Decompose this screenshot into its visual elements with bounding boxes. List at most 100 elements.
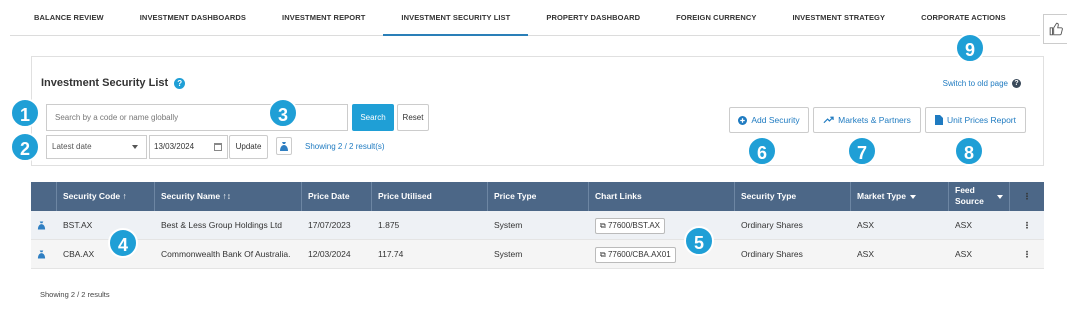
annotation-badge-1: 1 bbox=[10, 98, 40, 128]
chart-link-button[interactable]: ⧉ 77600/BST.AX bbox=[595, 218, 665, 234]
date-field[interactable]: 13/03/2024 bbox=[149, 135, 228, 159]
chart-link-text: 77600/CBA.AX01 bbox=[607, 250, 671, 259]
sort-up-icon[interactable]: ↑ bbox=[123, 191, 127, 201]
security-name-link[interactable]: Best & Less Group Holdings Ltd bbox=[155, 211, 302, 239]
chevron-down-icon bbox=[132, 145, 138, 149]
tab-property-dashboard[interactable]: PROPERTY DASHBOARD bbox=[528, 0, 658, 36]
top-nav: BALANCE REVIEW INVESTMENT DASHBOARDS INV… bbox=[10, 0, 1040, 36]
row-menu-icon[interactable]: ⋮ bbox=[1010, 240, 1044, 268]
trending-up-icon bbox=[823, 116, 834, 124]
money-bag-icon bbox=[280, 141, 288, 151]
switch-to-old-page-link[interactable]: Switch to old page ? bbox=[943, 79, 1021, 88]
document-icon bbox=[935, 115, 944, 125]
security-type-cell: Ordinary Shares bbox=[741, 249, 803, 259]
date-select-value: Latest date bbox=[52, 142, 92, 151]
security-type-cell: Ordinary Shares bbox=[741, 220, 803, 230]
security-name-link[interactable]: Commonwealth Bank Of Australia. bbox=[155, 240, 302, 268]
page-title: Investment Security List ? bbox=[41, 77, 186, 89]
header-label: Security Name bbox=[161, 191, 221, 201]
markets-partners-button[interactable]: Markets & Partners bbox=[813, 107, 921, 133]
header-label: Security Code bbox=[63, 191, 121, 201]
header-label: Market Type bbox=[857, 191, 906, 201]
unit-prices-report-label: Unit Prices Report bbox=[947, 115, 1016, 125]
external-link-icon: ⧉ bbox=[600, 221, 606, 230]
header-security-code[interactable]: Security Code ↑ bbox=[57, 182, 155, 211]
date-select[interactable]: Latest date bbox=[46, 135, 147, 159]
header-chart-links[interactable]: Chart Links bbox=[589, 182, 735, 211]
plus-circle-icon bbox=[738, 115, 748, 125]
annotation-badge-4: 4 bbox=[108, 228, 138, 258]
price-cell: 117.74 bbox=[378, 249, 404, 259]
column-menu-icon[interactable]: ⋮ bbox=[1010, 182, 1044, 211]
security-list-panel: Investment Security List ? Switch to old… bbox=[31, 56, 1044, 166]
tab-investment-security-list[interactable]: INVESTMENT SECURITY LIST bbox=[383, 0, 529, 36]
money-bag-button[interactable] bbox=[276, 137, 292, 155]
table-row[interactable]: BST.AX Best & Less Group Holdings Ltd 17… bbox=[31, 211, 1044, 240]
switch-link-text[interactable]: Switch to old page bbox=[943, 79, 1008, 88]
tab-investment-report[interactable]: INVESTMENT REPORT bbox=[264, 0, 383, 36]
price-type-cell: System bbox=[494, 220, 523, 230]
tab-investment-strategy[interactable]: INVESTMENT STRATEGY bbox=[774, 0, 903, 36]
row-menu-icon[interactable]: ⋮ bbox=[1010, 211, 1044, 239]
feed-source-cell: ASX bbox=[955, 249, 973, 259]
help-icon[interactable]: ? bbox=[1012, 79, 1021, 88]
money-bag-icon[interactable] bbox=[31, 211, 57, 239]
tab-corporate-actions[interactable]: CORPORATE ACTIONS bbox=[903, 0, 1024, 36]
header-security-name[interactable]: Security Name ↑↕ bbox=[155, 182, 302, 211]
market-type-cell: ASX bbox=[857, 220, 875, 230]
chart-link-text: 77600/BST.AX bbox=[607, 221, 660, 230]
header-feed-source[interactable]: Feed Source bbox=[949, 182, 1010, 211]
security-code-link[interactable]: CBA.AX bbox=[57, 240, 155, 268]
price-date-cell: 17/07/2023 bbox=[308, 220, 351, 230]
feed-source-cell: ASX bbox=[955, 220, 973, 230]
tab-foreign-currency[interactable]: FOREIGN CURRENCY bbox=[658, 0, 774, 36]
external-link-icon: ⧉ bbox=[600, 250, 606, 259]
chart-link-button[interactable]: ⧉ 77600/CBA.AX01 bbox=[595, 247, 676, 263]
header-price-date[interactable]: Price Date bbox=[302, 182, 372, 211]
security-table: Security Code ↑ Security Name ↑↕ Price D… bbox=[31, 182, 1044, 269]
footer-result-count: Showing 2 / 2 results bbox=[40, 290, 110, 299]
header-icon-col bbox=[31, 182, 57, 211]
thumbs-up-icon[interactable] bbox=[1043, 14, 1067, 44]
header-label: Feed bbox=[955, 185, 975, 195]
annotation-badge-8: 8 bbox=[954, 136, 984, 166]
header-market-type[interactable]: Market Type bbox=[851, 182, 949, 211]
annotation-badge-2: 2 bbox=[10, 132, 40, 162]
header-price-utilised[interactable]: Price Utilised bbox=[372, 182, 488, 211]
money-bag-icon[interactable] bbox=[31, 240, 57, 268]
price-type-cell: System bbox=[494, 249, 523, 259]
annotation-badge-5: 5 bbox=[684, 226, 714, 256]
unit-prices-report-button[interactable]: Unit Prices Report bbox=[925, 107, 1026, 133]
chart-link-cell: ⧉ 77600/BST.AX bbox=[589, 211, 735, 239]
annotation-badge-6: 6 bbox=[747, 136, 777, 166]
table-header: Security Code ↑ Security Name ↑↕ Price D… bbox=[31, 182, 1044, 211]
market-type-cell: ASX bbox=[857, 249, 875, 259]
help-icon[interactable]: ? bbox=[174, 77, 186, 89]
tab-investment-dashboards[interactable]: INVESTMENT DASHBOARDS bbox=[122, 0, 264, 36]
annotation-badge-7: 7 bbox=[847, 136, 877, 166]
update-button[interactable]: Update bbox=[229, 135, 268, 159]
calendar-icon[interactable] bbox=[214, 143, 222, 151]
search-button[interactable]: Search bbox=[352, 104, 394, 131]
add-security-button[interactable]: Add Security bbox=[729, 107, 809, 133]
annotation-badge-3: 3 bbox=[268, 98, 298, 128]
sort-icon[interactable]: ↑↕ bbox=[222, 191, 231, 201]
header-security-type[interactable]: Security Type bbox=[735, 182, 851, 211]
annotation-badge-9: 9 bbox=[955, 33, 985, 63]
chevron-down-icon[interactable] bbox=[909, 194, 916, 199]
chevron-down-icon[interactable] bbox=[997, 195, 1003, 199]
security-code-link[interactable]: BST.AX bbox=[57, 211, 155, 239]
header-price-type[interactable]: Price Type bbox=[488, 182, 589, 211]
add-security-label: Add Security bbox=[751, 115, 800, 125]
app-root: BALANCE REVIEW INVESTMENT DASHBOARDS INV… bbox=[0, 0, 1067, 326]
markets-partners-label: Markets & Partners bbox=[838, 115, 911, 125]
result-count: Showing 2 / 2 result(s) bbox=[305, 142, 385, 151]
header-label: Source bbox=[955, 196, 984, 206]
tab-balance-review[interactable]: BALANCE REVIEW bbox=[10, 0, 122, 36]
table-row[interactable]: CBA.AX Commonwealth Bank Of Australia. 1… bbox=[31, 240, 1044, 269]
reset-button[interactable]: Reset bbox=[397, 104, 429, 131]
date-value: 13/03/2024 bbox=[154, 142, 195, 151]
page-title-text: Investment Security List bbox=[41, 77, 169, 89]
search-input[interactable]: Search by a code or name globally bbox=[46, 104, 348, 131]
price-date-cell: 12/03/2024 bbox=[308, 249, 351, 259]
